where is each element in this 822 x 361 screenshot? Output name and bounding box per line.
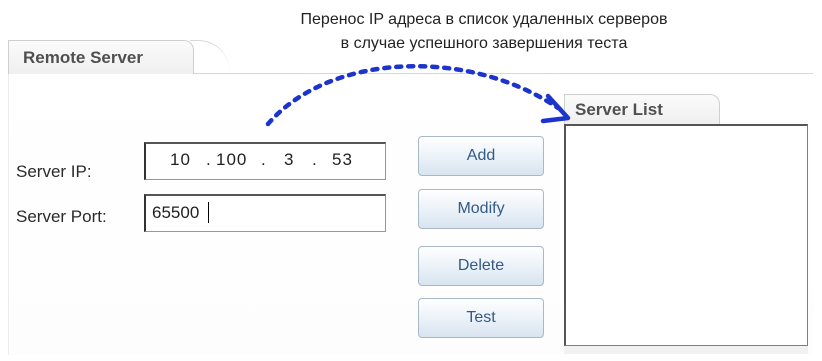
dotted-curved-arrow-icon [265, 63, 571, 127]
arrow-curve [265, 63, 561, 127]
